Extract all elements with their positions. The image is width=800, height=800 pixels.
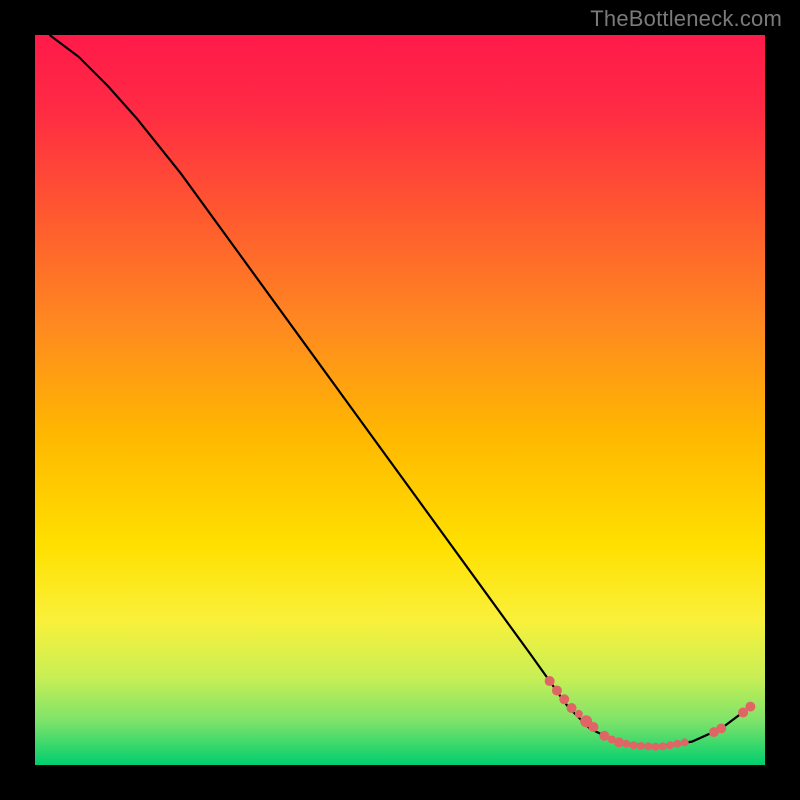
chart-marker [666,741,674,749]
chart-marker [545,676,555,686]
chart-marker [588,722,598,732]
chart-marker [622,740,630,748]
chart-background-gradient [35,35,765,765]
chart-marker [652,743,660,751]
chart-marker [681,738,689,746]
chart-marker [659,742,667,750]
chart-svg [35,35,765,765]
chart-marker [559,694,569,704]
chart-marker [716,724,726,734]
chart-marker [644,742,652,750]
watermark-text: TheBottleneck.com [590,6,782,32]
chart-marker [552,686,562,696]
chart-marker [567,703,577,713]
chart-marker [673,740,681,748]
chart-marker [614,737,624,747]
chart-marker [745,702,755,712]
chart-plot-area [35,35,765,765]
chart-marker [637,742,645,750]
chart-marker [630,741,638,749]
chart-marker [575,710,583,718]
